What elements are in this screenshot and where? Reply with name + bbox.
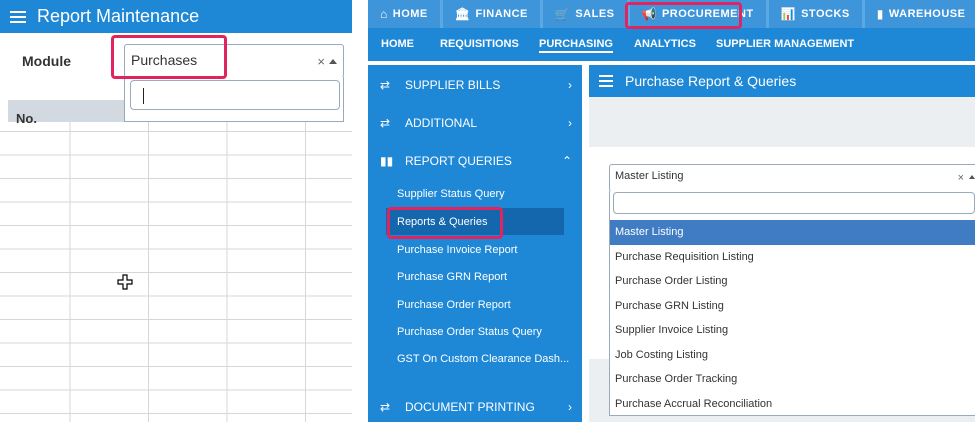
- sub-nav-home[interactable]: HOME: [381, 38, 414, 50]
- sidebar-link-purchase-grn-report[interactable]: Purchase GRN Report: [397, 271, 507, 283]
- sidebar: ⇄ SUPPLIER BILLS › ⇄ ADDITIONAL › ▮▮ REP…: [368, 65, 582, 422]
- sidebar-link-reports-queries[interactable]: Reports & Queries: [397, 216, 487, 228]
- report-type-options: Master Listing Purchase Requisition List…: [610, 220, 975, 416]
- main-header: Purchase Report & Queries: [589, 65, 975, 97]
- sidebar-group-label: REPORT QUERIES: [405, 154, 512, 168]
- caret-up-icon[interactable]: [329, 59, 337, 64]
- top-nav-sales[interactable]: 🛒 SALES: [542, 0, 627, 28]
- top-nav-label: HOME: [392, 8, 428, 20]
- move-cursor-icon: [117, 274, 133, 290]
- sub-nav-requisitions[interactable]: REQUISITIONS: [440, 38, 519, 50]
- sub-nav-supplier-management[interactable]: SUPPLIER MANAGEMENT: [716, 38, 854, 50]
- top-nav-warehouse[interactable]: ▮ WAREHOUSE: [864, 0, 975, 28]
- sidebar-group-additional[interactable]: ⇄ ADDITIONAL ›: [368, 105, 582, 141]
- sub-nav: HOME REQUISITIONS PURCHASING ANALYTICS S…: [368, 28, 975, 61]
- option-purchase-requisition-listing[interactable]: Purchase Requisition Listing: [610, 245, 975, 270]
- hamburger-icon[interactable]: [599, 72, 613, 90]
- option-job-costing-listing[interactable]: Job Costing Listing: [610, 343, 975, 368]
- top-nav-procurement[interactable]: 📢 PROCUREMENT: [629, 0, 766, 28]
- bar-chart-icon: ▮▮: [380, 154, 394, 168]
- module-label: Module: [22, 53, 71, 69]
- top-nav-label: PROCUREMENT: [661, 8, 754, 20]
- report-grid[interactable]: [0, 122, 352, 422]
- sidebar-group-document-printing[interactable]: ⇄ DOCUMENT PRINTING ›: [368, 389, 582, 422]
- chevron-right-icon: ›: [568, 78, 572, 92]
- sidebar-group-label: ADDITIONAL: [405, 116, 478, 130]
- clear-icon[interactable]: ×: [958, 172, 964, 184]
- arrows-exchange-icon: ⇄: [380, 116, 391, 130]
- erp-panel: ⌂ HOME 🏛 FINANCE 🛒 SALES 📢 PROCUREMENT 📊…: [368, 0, 975, 422]
- sidebar-link-gst-custom-clearance[interactable]: GST On Custom Clearance Dash...: [397, 353, 569, 365]
- report-type-search-input[interactable]: [613, 192, 975, 214]
- report-type-dropdown: Master Listing Purchase Requisition List…: [609, 191, 975, 416]
- top-nav-label: WAREHOUSE: [888, 8, 966, 20]
- module-select-value: Purchases: [131, 52, 198, 68]
- caret-up-icon[interactable]: [969, 175, 975, 179]
- sidebar-link-purchase-invoice-report[interactable]: Purchase Invoice Report: [397, 244, 517, 256]
- option-master-listing[interactable]: Master Listing: [610, 220, 975, 245]
- sidebar-group-label: DOCUMENT PRINTING: [405, 400, 535, 414]
- option-purchase-order-listing[interactable]: Purchase Order Listing: [610, 269, 975, 294]
- report-type-value: Master Listing: [615, 170, 684, 182]
- chevron-right-icon: ›: [568, 116, 572, 130]
- sidebar-link-supplier-status-query[interactable]: Supplier Status Query: [397, 188, 505, 200]
- sidebar-group-label: SUPPLIER BILLS: [405, 78, 501, 92]
- home-icon: ⌂: [380, 7, 388, 21]
- option-purchase-accrual-reconciliation[interactable]: Purchase Accrual Reconciliation: [610, 392, 975, 417]
- sidebar-link-purchase-order-status-query[interactable]: Purchase Order Status Query: [397, 326, 542, 338]
- module-dropdown: [124, 77, 344, 122]
- sub-nav-analytics[interactable]: ANALYTICS: [634, 38, 696, 50]
- main-title: Purchase Report & Queries: [625, 73, 797, 89]
- bank-icon: 🏛: [454, 7, 471, 21]
- report-type-select[interactable]: Master Listing ×: [609, 164, 975, 192]
- clear-icon[interactable]: ×: [317, 54, 325, 69]
- cart-icon: 🛒: [554, 7, 571, 21]
- arrows-exchange-icon: ⇄: [380, 78, 391, 92]
- page-title: Report Maintenance: [37, 6, 200, 26]
- chevron-up-icon: ⌃: [561, 154, 572, 168]
- megaphone-icon: 📢: [641, 7, 657, 21]
- top-nav-label: STOCKS: [801, 8, 850, 20]
- report-maintenance-header: Report Maintenance: [0, 0, 352, 33]
- hamburger-icon[interactable]: [10, 8, 26, 26]
- sidebar-group-supplier-bills[interactable]: ⇄ SUPPLIER BILLS ›: [368, 67, 582, 103]
- sidebar-group-report-queries[interactable]: ▮▮ REPORT QUERIES ⌃: [368, 143, 582, 179]
- option-purchase-grn-listing[interactable]: Purchase GRN Listing: [610, 294, 975, 319]
- top-nav: ⌂ HOME 🏛 FINANCE 🛒 SALES 📢 PROCUREMENT 📊…: [368, 0, 975, 28]
- module-search-input[interactable]: [130, 80, 340, 110]
- option-purchase-order-tracking[interactable]: Purchase Order Tracking: [610, 367, 975, 392]
- bar-chart-icon: 📊: [780, 7, 797, 21]
- top-nav-finance[interactable]: 🏛 FINANCE: [442, 0, 540, 28]
- top-nav-label: SALES: [575, 8, 615, 20]
- arrows-exchange-icon: ⇄: [380, 400, 391, 414]
- module-select[interactable]: Purchases ×: [124, 44, 344, 78]
- text-cursor: [143, 88, 144, 104]
- sub-nav-purchasing[interactable]: PURCHASING: [539, 38, 613, 53]
- sidebar-link-purchase-order-report[interactable]: Purchase Order Report: [397, 299, 511, 311]
- warehouse-icon: ▮: [876, 7, 884, 21]
- report-maintenance-panel: Report Maintenance Module Purchases × No…: [0, 0, 352, 422]
- option-supplier-invoice-listing[interactable]: Supplier Invoice Listing: [610, 318, 975, 343]
- top-nav-label: FINANCE: [475, 8, 528, 20]
- top-nav-stocks[interactable]: 📊 STOCKS: [768, 0, 862, 28]
- top-nav-home[interactable]: ⌂ HOME: [368, 0, 440, 28]
- chevron-right-icon: ›: [568, 400, 572, 414]
